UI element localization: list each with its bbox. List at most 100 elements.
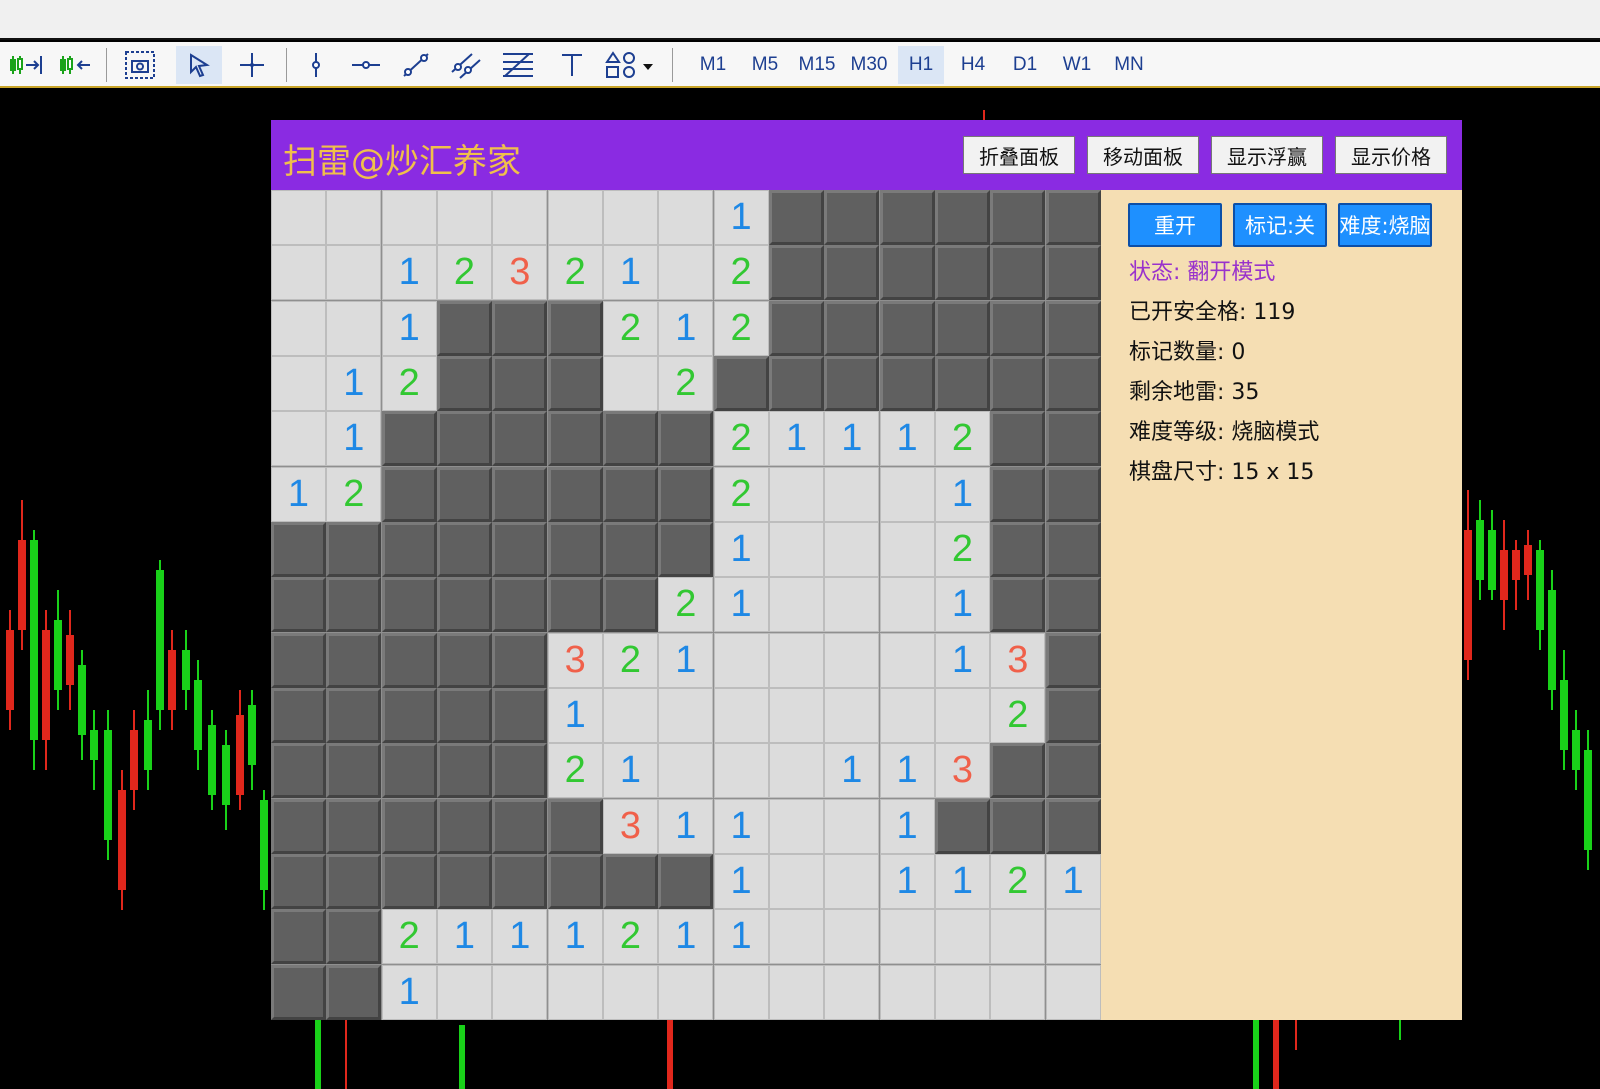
covered-cell[interactable] bbox=[326, 964, 382, 1020]
covered-cell[interactable] bbox=[1045, 743, 1101, 799]
revealed-cell[interactable] bbox=[658, 743, 714, 799]
revealed-cell[interactable]: 1 bbox=[713, 190, 769, 245]
revealed-cell[interactable]: 1 bbox=[879, 743, 935, 799]
revealed-cell[interactable] bbox=[879, 909, 935, 965]
covered-cell[interactable] bbox=[658, 411, 714, 467]
covered-cell[interactable] bbox=[436, 577, 492, 633]
covered-cell[interactable] bbox=[271, 853, 326, 909]
covered-cell[interactable] bbox=[436, 853, 492, 909]
covered-cell[interactable] bbox=[602, 466, 658, 522]
covered-cell[interactable] bbox=[271, 964, 326, 1020]
revealed-cell[interactable]: 1 bbox=[934, 632, 990, 688]
revealed-cell[interactable] bbox=[824, 964, 880, 1020]
covered-cell[interactable] bbox=[436, 355, 492, 411]
revealed-cell[interactable]: 1 bbox=[713, 853, 769, 909]
revealed-cell[interactable] bbox=[326, 245, 382, 301]
revealed-cell[interactable] bbox=[824, 632, 880, 688]
timeframe-h4[interactable]: H4 bbox=[950, 46, 996, 84]
timeframe-m30[interactable]: M30 bbox=[846, 46, 892, 84]
covered-cell[interactable] bbox=[1045, 577, 1101, 633]
revealed-cell[interactable] bbox=[271, 190, 326, 245]
covered-cell[interactable] bbox=[658, 521, 714, 577]
show-pnl-button[interactable]: 显示浮赢 bbox=[1211, 136, 1323, 174]
restart-button[interactable]: 重开 bbox=[1128, 203, 1222, 247]
revealed-cell[interactable] bbox=[879, 577, 935, 633]
covered-cell[interactable] bbox=[1045, 687, 1101, 743]
covered-cell[interactable] bbox=[271, 632, 326, 688]
covered-cell[interactable] bbox=[547, 577, 603, 633]
covered-cell[interactable] bbox=[326, 798, 382, 854]
revealed-cell[interactable] bbox=[824, 577, 880, 633]
revealed-cell[interactable] bbox=[768, 521, 824, 577]
revealed-cell[interactable] bbox=[768, 798, 824, 854]
covered-cell[interactable] bbox=[1045, 411, 1101, 467]
revealed-cell[interactable] bbox=[713, 687, 769, 743]
mark-toggle-button[interactable]: 标记:关 bbox=[1233, 203, 1327, 247]
revealed-cell[interactable]: 1 bbox=[381, 300, 437, 356]
timeframe-m5[interactable]: M5 bbox=[742, 46, 788, 84]
covered-cell[interactable] bbox=[1045, 190, 1101, 245]
covered-cell[interactable] bbox=[492, 355, 548, 411]
revealed-cell[interactable] bbox=[990, 909, 1046, 965]
revealed-cell[interactable] bbox=[326, 190, 382, 245]
covered-cell[interactable] bbox=[824, 190, 880, 245]
covered-cell[interactable] bbox=[547, 300, 603, 356]
revealed-cell[interactable] bbox=[768, 964, 824, 1020]
revealed-cell[interactable]: 1 bbox=[824, 743, 880, 799]
revealed-cell[interactable]: 3 bbox=[990, 632, 1046, 688]
covered-cell[interactable] bbox=[436, 632, 492, 688]
covered-cell[interactable] bbox=[934, 245, 990, 301]
covered-cell[interactable] bbox=[990, 300, 1046, 356]
covered-cell[interactable] bbox=[492, 521, 548, 577]
covered-cell[interactable] bbox=[547, 411, 603, 467]
covered-cell[interactable] bbox=[381, 687, 437, 743]
revealed-cell[interactable]: 2 bbox=[713, 411, 769, 467]
covered-cell[interactable] bbox=[436, 300, 492, 356]
revealed-cell[interactable] bbox=[824, 521, 880, 577]
revealed-cell[interactable] bbox=[768, 632, 824, 688]
covered-cell[interactable] bbox=[326, 853, 382, 909]
revealed-cell[interactable] bbox=[934, 964, 990, 1020]
covered-cell[interactable] bbox=[492, 798, 548, 854]
revealed-cell[interactable] bbox=[879, 687, 935, 743]
cursor-icon[interactable] bbox=[176, 46, 222, 84]
revealed-cell[interactable]: 2 bbox=[713, 300, 769, 356]
revealed-cell[interactable] bbox=[492, 964, 548, 1020]
revealed-cell[interactable] bbox=[658, 687, 714, 743]
timeframe-m1[interactable]: M1 bbox=[690, 46, 736, 84]
covered-cell[interactable] bbox=[824, 355, 880, 411]
revealed-cell[interactable]: 1 bbox=[713, 577, 769, 633]
revealed-cell[interactable] bbox=[1045, 909, 1101, 965]
covered-cell[interactable] bbox=[381, 632, 437, 688]
move-panel-button[interactable]: 移动面板 bbox=[1087, 136, 1199, 174]
covered-cell[interactable] bbox=[879, 355, 935, 411]
revealed-cell[interactable] bbox=[326, 300, 382, 356]
chart-shift-icon[interactable] bbox=[4, 46, 48, 84]
covered-cell[interactable] bbox=[768, 355, 824, 411]
revealed-cell[interactable]: 1 bbox=[879, 411, 935, 467]
revealed-cell[interactable] bbox=[602, 355, 658, 411]
covered-cell[interactable] bbox=[824, 245, 880, 301]
covered-cell[interactable] bbox=[934, 300, 990, 356]
covered-cell[interactable] bbox=[271, 909, 326, 965]
horizontal-line-icon[interactable] bbox=[346, 46, 386, 84]
revealed-cell[interactable]: 3 bbox=[602, 798, 658, 854]
revealed-cell[interactable] bbox=[824, 909, 880, 965]
revealed-cell[interactable] bbox=[271, 245, 326, 301]
covered-cell[interactable] bbox=[990, 411, 1046, 467]
revealed-cell[interactable]: 1 bbox=[658, 300, 714, 356]
revealed-cell[interactable] bbox=[602, 964, 658, 1020]
revealed-cell[interactable] bbox=[602, 687, 658, 743]
autoscroll-icon[interactable] bbox=[54, 46, 98, 84]
revealed-cell[interactable]: 1 bbox=[547, 687, 603, 743]
covered-cell[interactable] bbox=[768, 300, 824, 356]
covered-cell[interactable] bbox=[879, 190, 935, 245]
revealed-cell[interactable]: 2 bbox=[713, 245, 769, 301]
covered-cell[interactable] bbox=[381, 411, 437, 467]
revealed-cell[interactable]: 1 bbox=[934, 466, 990, 522]
revealed-cell[interactable] bbox=[768, 577, 824, 633]
fibonacci-icon[interactable] bbox=[496, 46, 540, 84]
covered-cell[interactable] bbox=[990, 245, 1046, 301]
covered-cell[interactable] bbox=[1045, 245, 1101, 301]
revealed-cell[interactable] bbox=[824, 798, 880, 854]
